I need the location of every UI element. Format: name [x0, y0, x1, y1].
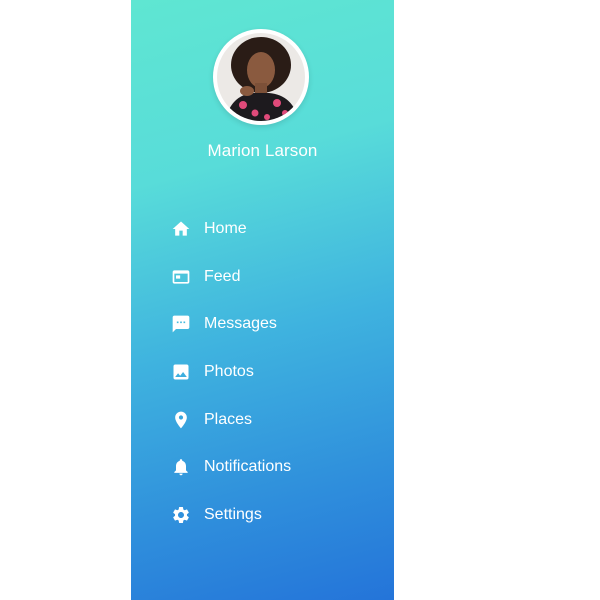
menu-item-settings[interactable]: Settings: [171, 491, 291, 539]
menu-item-notifications[interactable]: Notifications: [171, 443, 291, 491]
bell-icon: [171, 457, 191, 477]
menu-item-messages[interactable]: Messages: [171, 300, 291, 348]
menu-item-feed[interactable]: Feed: [171, 253, 291, 301]
user-name: Marion Larson: [207, 141, 318, 160]
menu-item-label: Home: [204, 219, 247, 237]
menu-item-label: Places: [204, 410, 253, 428]
sidebar: Marion Larson Home Feed Messages Photos: [131, 0, 394, 600]
menu-item-label: Messages: [204, 315, 277, 333]
gear-icon: [171, 505, 191, 525]
home-icon: [171, 219, 191, 239]
avatar-photo: [217, 33, 305, 121]
place-pin-icon: [171, 410, 191, 430]
messages-icon: [171, 314, 191, 334]
menu-item-label: Settings: [204, 505, 262, 523]
menu-item-home[interactable]: Home: [171, 205, 291, 253]
menu-item-places[interactable]: Places: [171, 396, 291, 444]
avatar-frame[interactable]: [213, 29, 309, 125]
menu-item-label: Photos: [204, 362, 254, 380]
menu-item-label: Notifications: [204, 458, 292, 476]
nav-menu: Home Feed Messages Photos Places Notific…: [171, 205, 291, 539]
avatar[interactable]: [217, 33, 305, 121]
photos-icon: [171, 362, 191, 382]
menu-item-photos[interactable]: Photos: [171, 348, 291, 396]
feed-icon: [171, 267, 191, 287]
menu-item-label: Feed: [204, 267, 241, 285]
